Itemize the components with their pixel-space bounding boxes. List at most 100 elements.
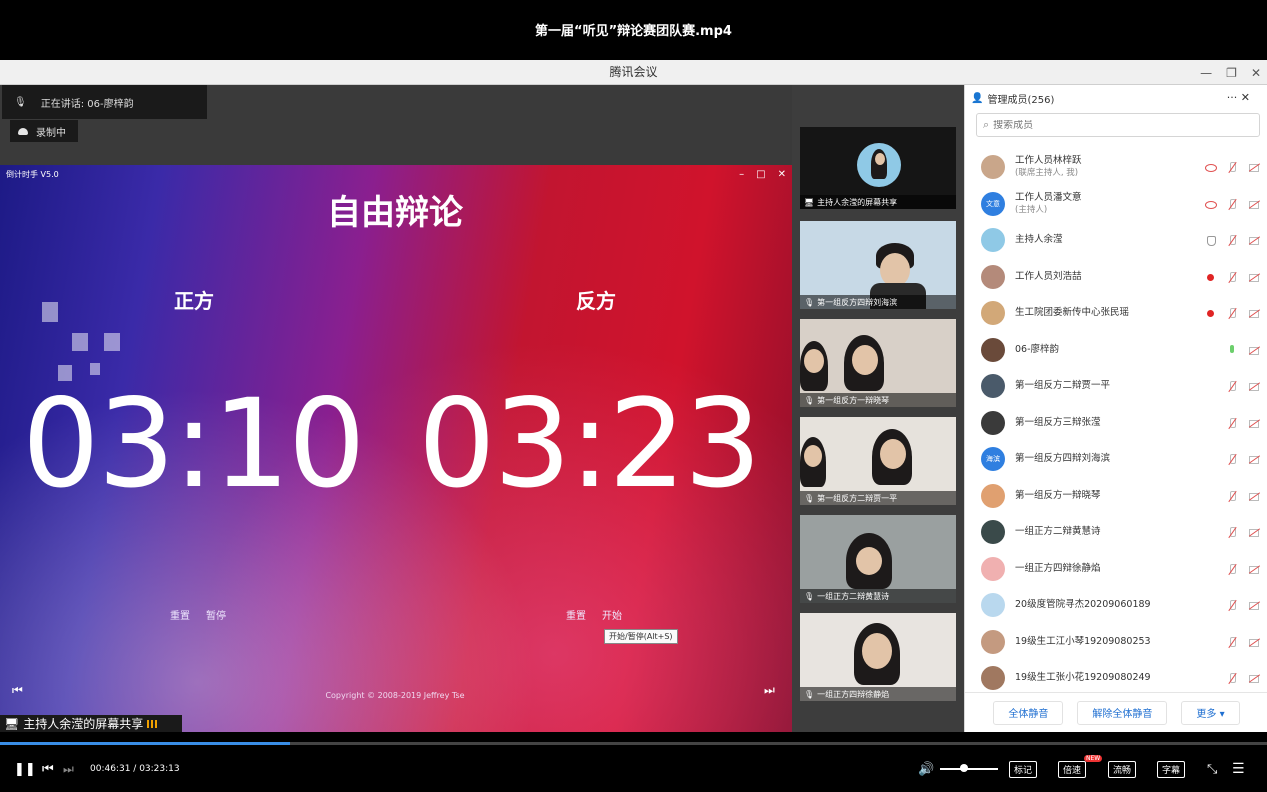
cam-off-icon[interactable]	[1248, 161, 1260, 173]
member-name: 工作人员潘文意	[1015, 191, 1082, 203]
mic-off-icon[interactable]	[1226, 271, 1238, 283]
mic-off-icon[interactable]	[1226, 636, 1238, 648]
next-icon[interactable]: ⏭	[63, 746, 74, 792]
volume-icon[interactable]: 🔊	[918, 746, 934, 792]
previous-icon[interactable]: ⏮	[12, 683, 23, 698]
video-tile[interactable]: 🎙 第一组反方一辩晓琴	[800, 319, 956, 407]
member-row[interactable]: 20级度管院寻杰20209060189	[965, 587, 1267, 624]
member-row[interactable]: 海滨 第一组反方四辩刘海滨	[965, 441, 1267, 478]
negative-start-button[interactable]: 开始	[602, 607, 622, 622]
affirmative-pause-button[interactable]: 暂停	[206, 607, 226, 622]
member-row[interactable]: 文意 工作人员潘文意 (主持人)	[965, 186, 1267, 223]
restore-icon[interactable]: ❐	[1226, 66, 1237, 80]
search-input[interactable]	[993, 119, 1234, 131]
mic-on-icon[interactable]	[1226, 344, 1238, 356]
progress-fill	[0, 742, 291, 745]
cam-off-icon[interactable]	[1248, 599, 1260, 611]
member-row[interactable]: 第一组反方一辩晓琴	[965, 478, 1267, 515]
video-tile-name: 一组正方四辩徐静焰	[817, 689, 890, 699]
mic-off-icon[interactable]	[1226, 307, 1238, 319]
member-row[interactable]: 06-廖梓韵	[965, 332, 1267, 369]
cam-off-icon[interactable]	[1248, 453, 1260, 465]
exit-fullscreen-icon[interactable]: ⤡	[1207, 746, 1217, 792]
member-row[interactable]: 工作人员刘浩喆	[965, 259, 1267, 296]
cam-off-icon[interactable]	[1248, 344, 1260, 356]
member-row[interactable]: 生工院团委新传中心张民瑶	[965, 295, 1267, 332]
video-tile-share[interactable]: 🖥 主持人余滢的屏幕共享	[800, 127, 956, 209]
member-name: 一组正方二辩黄慧诗	[1015, 526, 1101, 538]
quality-button[interactable]: 流畅	[1108, 760, 1137, 778]
cam-off-icon[interactable]	[1248, 198, 1260, 210]
shield-icon[interactable]	[1204, 234, 1216, 246]
close-icon[interactable]: ✕	[778, 169, 786, 180]
maximize-icon[interactable]: □	[756, 169, 765, 180]
video-tile-name: 第一组反方四辩刘海滨	[817, 297, 898, 307]
close-icon[interactable]: ✕	[1251, 66, 1261, 80]
mute-all-button[interactable]: 全体静音	[993, 700, 1064, 725]
member-name: 工作人员林梓跃	[1015, 155, 1082, 167]
member-row[interactable]: 一组正方四辩徐静焰	[965, 551, 1267, 588]
member-status-icons	[1204, 222, 1260, 258]
pause-icon[interactable]: ❚❚	[14, 746, 36, 792]
mic-off-icon[interactable]	[1226, 490, 1238, 502]
playlist-icon[interactable]: ☰	[1232, 746, 1245, 792]
mic-off-icon[interactable]	[1226, 161, 1238, 173]
recording-indicator[interactable]: 录制中	[10, 120, 78, 142]
cam-off-icon[interactable]	[1248, 271, 1260, 283]
mic-off-icon[interactable]	[1226, 198, 1238, 210]
member-row[interactable]: 工作人员林梓跃 (联席主持人, 我)	[965, 149, 1267, 186]
cam-off-icon[interactable]	[1248, 490, 1260, 502]
member-status-icons	[1204, 186, 1260, 222]
member-row[interactable]: 19级生工江小琴19209080253	[965, 624, 1267, 661]
cam-off-icon[interactable]	[1248, 307, 1260, 319]
cam-off-icon[interactable]	[1248, 526, 1260, 538]
video-tile[interactable]: 🎙 一组正方四辩徐静焰	[800, 613, 956, 701]
rec-icon[interactable]	[1204, 271, 1216, 283]
mic-off-icon[interactable]	[1226, 672, 1238, 684]
rec-icon[interactable]	[1204, 307, 1216, 319]
mic-off-icon[interactable]	[1226, 563, 1238, 575]
more-button[interactable]: 更多 ▾	[1181, 700, 1240, 725]
mic-off-icon[interactable]	[1226, 417, 1238, 429]
mic-off-icon[interactable]	[1226, 453, 1238, 465]
mic-off-icon[interactable]	[1226, 234, 1238, 246]
negative-reset-button[interactable]: 重置	[566, 607, 586, 622]
unmute-all-button[interactable]: 解除全体静音	[1077, 700, 1168, 725]
member-row[interactable]: 主持人余滢	[965, 222, 1267, 259]
cam-off-icon[interactable]	[1248, 672, 1260, 684]
subtitle-button[interactable]: 字幕	[1157, 760, 1186, 778]
progress-bar[interactable]	[0, 742, 1267, 745]
minimize-icon[interactable]: —	[1200, 66, 1212, 80]
player-controls: ❚❚ ⏮ ⏭ 00:46:31 / 03:23:13 🔊 标记 倍速 NEW 流…	[0, 746, 1267, 792]
video-tile[interactable]: 🎙 第一组反方二辩贾一平	[800, 417, 956, 505]
member-row[interactable]: 第一组反方三辩张滢	[965, 405, 1267, 442]
previous-icon[interactable]: ⏮	[42, 746, 54, 792]
affirmative-reset-button[interactable]: 重置	[170, 607, 190, 622]
next-icon[interactable]: ⏭	[764, 683, 775, 698]
member-row[interactable]: 第一组反方二辩贾一平	[965, 368, 1267, 405]
volume-slider[interactable]	[940, 768, 998, 770]
mark-button[interactable]: 标记	[1009, 760, 1038, 778]
member-name: 06-廖梓韵	[1015, 343, 1060, 355]
volume-knob[interactable]	[960, 764, 969, 772]
mic-off-icon[interactable]	[1226, 380, 1238, 392]
close-icon[interactable]: ✕	[1241, 91, 1250, 104]
cam-off-icon[interactable]	[1248, 636, 1260, 648]
minimize-icon[interactable]: –	[739, 169, 744, 180]
eye-icon[interactable]	[1204, 198, 1217, 210]
video-tile[interactable]: 🎙 一组正方二辩黄慧诗	[800, 515, 956, 603]
mic-off-icon[interactable]	[1226, 526, 1238, 538]
more-icon[interactable]: ···	[1227, 91, 1238, 104]
speed-button[interactable]: 倍速	[1058, 760, 1087, 778]
cam-off-icon[interactable]	[1248, 417, 1260, 429]
eye-icon[interactable]	[1204, 161, 1217, 173]
video-strip: 🖥 主持人余滢的屏幕共享 🎙 第一组反方四辩刘海滨 🎙 第一组反方一辩晓琴 🎙 …	[792, 85, 964, 732]
member-row[interactable]: 一组正方二辩黄慧诗	[965, 514, 1267, 551]
video-player: 第一届“听见”辩论赛团队赛.mp4 腾讯会议 — ❐ ✕ 🎙 正在讲话: 06-…	[0, 0, 1267, 792]
members-panel: 👤 管理成员(256) ··· ✕ ⌕ 工作人员林梓跃(联席主持人, 我)文意工…	[964, 85, 1267, 732]
video-tile[interactable]: 🎙 第一组反方四辩刘海滨	[800, 221, 956, 309]
cam-off-icon[interactable]	[1248, 380, 1260, 392]
mic-off-icon[interactable]	[1226, 599, 1238, 611]
cam-off-icon[interactable]	[1248, 234, 1260, 246]
cam-off-icon[interactable]	[1248, 563, 1260, 575]
